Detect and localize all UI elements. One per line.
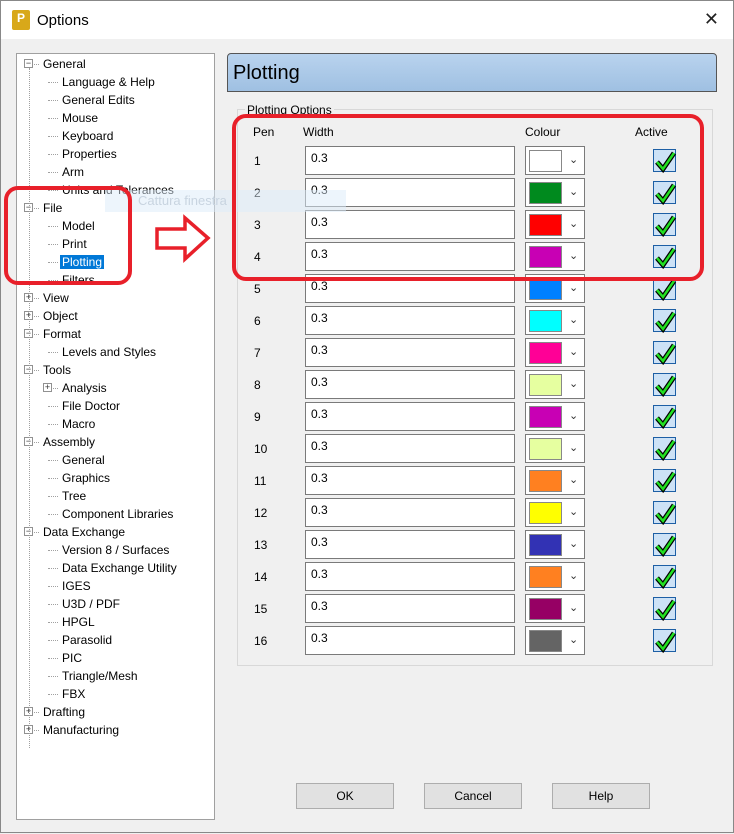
annotation-box-tree	[4, 186, 132, 285]
annotation-arrow	[155, 214, 211, 263]
annotation-overlay	[4, 114, 704, 285]
annotation-box-table	[232, 114, 704, 281]
options-dialog: P Options ✕ General − Language & Help Gener…	[0, 0, 734, 833]
